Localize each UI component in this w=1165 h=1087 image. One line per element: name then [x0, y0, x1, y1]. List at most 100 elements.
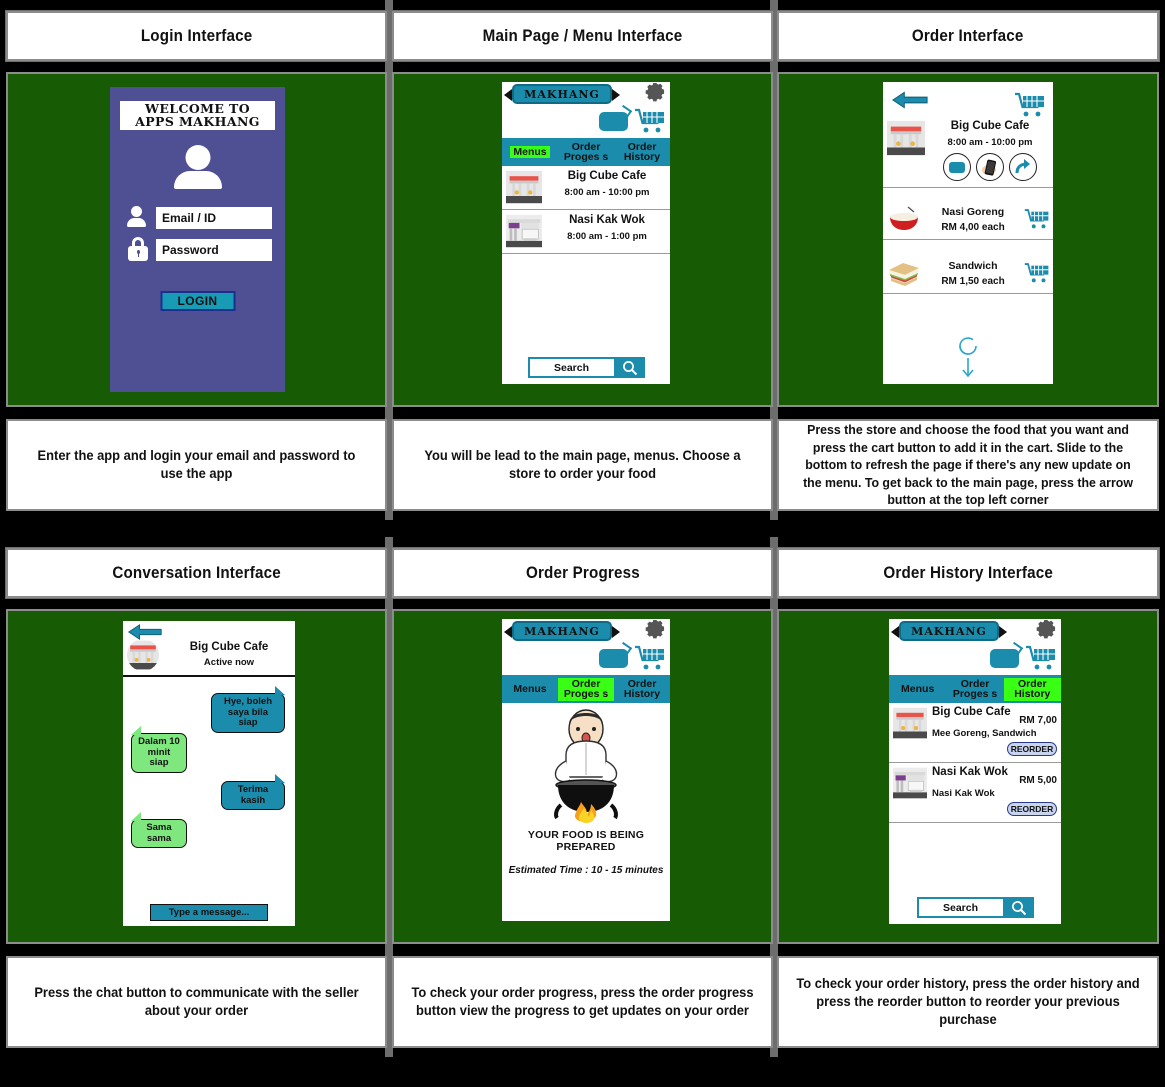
shopping-cart-icon[interactable] — [1024, 208, 1050, 230]
cafe-storefront-icon — [887, 120, 925, 156]
chef-cooking-pot-icon — [554, 709, 618, 823]
brand-arrow-left-icon — [891, 626, 899, 638]
lock-icon — [124, 237, 150, 263]
tab-menus[interactable]: Menus — [889, 675, 946, 703]
email-input[interactable]: Email / ID — [156, 207, 272, 229]
chat-bubble-icon[interactable] — [599, 649, 628, 668]
search-icon — [1012, 900, 1027, 915]
password-field-row: Password — [124, 237, 272, 263]
tab-order-progress[interactable]: Order Proges s — [558, 138, 614, 166]
menu-item-row[interactable]: Nasi Goreng RM 4,00 each — [883, 200, 1053, 240]
panel-title-conversation: Conversation Interface — [6, 548, 387, 598]
password-input[interactable]: Password — [156, 239, 272, 261]
mockup-stage-login: WELCOME TO APPS MAKHANG Email / ID Passw… — [6, 72, 387, 407]
tab-menus[interactable]: Menus — [502, 138, 558, 166]
store-meta: Big Cube Cafe 8:00 am - 10:00 pm — [931, 120, 1049, 181]
chat-bubble-icon[interactable] — [990, 649, 1019, 668]
message-bubble-outgoing: Hye, boleh saya bila siap — [211, 686, 285, 733]
panel-login: Login Interface WELCOME TO APPS MAKHANG — [6, 0, 387, 520]
brand-arrow-right-icon — [999, 626, 1007, 638]
welcome-line-2: APPS MAKHANG — [135, 114, 260, 130]
mockup-stage-main-page: MAKHANG Menus Order Proges s Order Histo… — [392, 72, 773, 407]
order-history-meta: Big Cube Cafe RM 7,00 Mee Goreng, Sandwi… — [932, 706, 1057, 758]
order-items: Mee Goreng, Sandwich — [932, 728, 1037, 739]
order-estimated-time: Estimated Time : 10 - 15 minutes — [508, 865, 664, 876]
store-action-buttons — [931, 153, 1049, 181]
caption-text: You will be lead to the main page, menus… — [424, 447, 741, 481]
storyboard-canvas: Login Interface WELCOME TO APPS MAKHANG — [0, 0, 1165, 1087]
reorder-button[interactable]: REORDER — [1007, 742, 1057, 756]
caption-text: Enter the app and login your email and p… — [37, 447, 356, 481]
pull-to-refresh-zone[interactable] — [883, 334, 1053, 380]
message-bubble-incoming: Dalam 10 minit siap — [131, 726, 187, 773]
menu-item-price: RM 4,00 each — [941, 221, 1005, 233]
share-arrow-icon[interactable] — [1009, 153, 1037, 181]
storyboard-row-2: Conversation Interface Big Cube Cafe Act… — [0, 537, 1165, 1057]
panel-caption-order-history: To check your order history, press the o… — [777, 956, 1159, 1048]
tab-label: Menus — [901, 682, 935, 695]
tab-order-progress[interactable]: Order Proges s — [946, 675, 1003, 703]
panel-caption-conversation: Press the chat button to communicate wit… — [6, 956, 387, 1048]
down-arrow-icon — [962, 358, 974, 378]
avatar-head — [185, 145, 210, 170]
login-button[interactable]: LOGIN — [160, 291, 235, 311]
phone-in-hand-icon[interactable] — [976, 153, 1004, 181]
menu-item-price: RM 1,50 each — [941, 275, 1005, 287]
order-history-row[interactable]: Big Cube Cafe RM 7,00 Mee Goreng, Sandwi… — [889, 703, 1061, 763]
panel-caption-order-progress: To check your order progress, press the … — [392, 956, 773, 1048]
panel-caption-main-page: You will be lead to the main page, menus… — [392, 419, 773, 511]
gear-icon[interactable] — [1035, 619, 1058, 642]
tab-order-history[interactable]: Order History — [614, 675, 670, 703]
gear-icon[interactable] — [644, 619, 667, 642]
chat-bubble-icon[interactable] — [599, 112, 628, 131]
reorder-button[interactable]: REORDER — [1007, 802, 1057, 816]
user-icon-body — [127, 218, 146, 227]
cafe-storefront-avatar — [127, 640, 159, 670]
search-button[interactable] — [615, 357, 645, 378]
caption-text: To check your order history, press the o… — [796, 975, 1140, 1028]
mockup-stage-order-history: MAKHANG Menus Order Proges s Order Histo… — [777, 609, 1159, 944]
order-history-screen: MAKHANG Menus Order Proges s Order Histo… — [889, 619, 1061, 924]
chat-bubble-icon[interactable] — [943, 153, 971, 181]
menu-item-meta: Nasi Goreng RM 4,00 each — [926, 206, 1020, 233]
store-hours: 8:00 am - 10:00 pm — [947, 137, 1033, 148]
tab-menus[interactable]: Menus — [502, 675, 558, 703]
search-button[interactable] — [1004, 897, 1034, 918]
tab-order-history[interactable]: Order History — [1003, 675, 1061, 703]
search-bar: Search — [889, 897, 1061, 918]
tab-order-progress[interactable]: Order Proges s — [558, 675, 614, 703]
app-tab-bar: Menus Order Proges s Order History — [502, 138, 670, 166]
avatar-body — [173, 171, 222, 189]
shopping-cart-icon[interactable] — [1014, 92, 1046, 118]
shopping-cart-icon[interactable] — [634, 645, 666, 671]
tab-label: Order History — [1003, 677, 1061, 701]
store-list-item[interactable]: Big Cube Cafe 8:00 am - 10:00 pm — [502, 166, 670, 210]
order-history-row[interactable]: Nasi Kak Wok RM 5,00 Nasi Kak Wok REORDE… — [889, 763, 1061, 823]
store-list-item[interactable]: Nasi Kak Wok 8:00 am - 1:00 pm — [502, 210, 670, 254]
shopping-cart-icon[interactable] — [1025, 645, 1057, 671]
tab-label: Menus — [513, 682, 547, 695]
menu-item-meta: Sandwich RM 1,50 each — [926, 260, 1020, 287]
shopping-cart-icon[interactable] — [1024, 262, 1050, 284]
back-arrow-icon[interactable] — [891, 90, 929, 110]
shopping-cart-icon[interactable] — [634, 108, 666, 134]
menu-item-row[interactable]: Sandwich RM 1,50 each — [883, 254, 1053, 294]
order-history-meta: Nasi Kak Wok RM 5,00 Nasi Kak Wok REORDE… — [932, 766, 1057, 818]
store-hours: 8:00 am - 1:00 pm — [567, 231, 647, 242]
contact-name: Big Cube Cafe — [189, 641, 269, 653]
conversation-header: Big Cube Cafe Active now — [123, 621, 295, 677]
tab-label: Order Proges s — [563, 140, 609, 163]
user-icon-head — [131, 206, 142, 217]
lock-keyslot — [137, 253, 139, 257]
tab-label: Order History — [623, 677, 661, 700]
mockup-stage-conversation: Big Cube Cafe Active now Hye, boleh saya… — [6, 609, 387, 944]
search-input[interactable]: Search — [916, 897, 1005, 918]
search-input[interactable]: Search — [527, 357, 616, 378]
gear-icon[interactable] — [644, 82, 667, 105]
rice-bowl-icon — [890, 206, 918, 230]
sandwich-icon — [889, 263, 919, 286]
message-input[interactable]: Type a message... — [150, 904, 268, 921]
order-items: Nasi Kak Wok — [932, 788, 995, 799]
search-icon — [623, 360, 638, 375]
tab-order-history[interactable]: Order History — [614, 138, 670, 166]
